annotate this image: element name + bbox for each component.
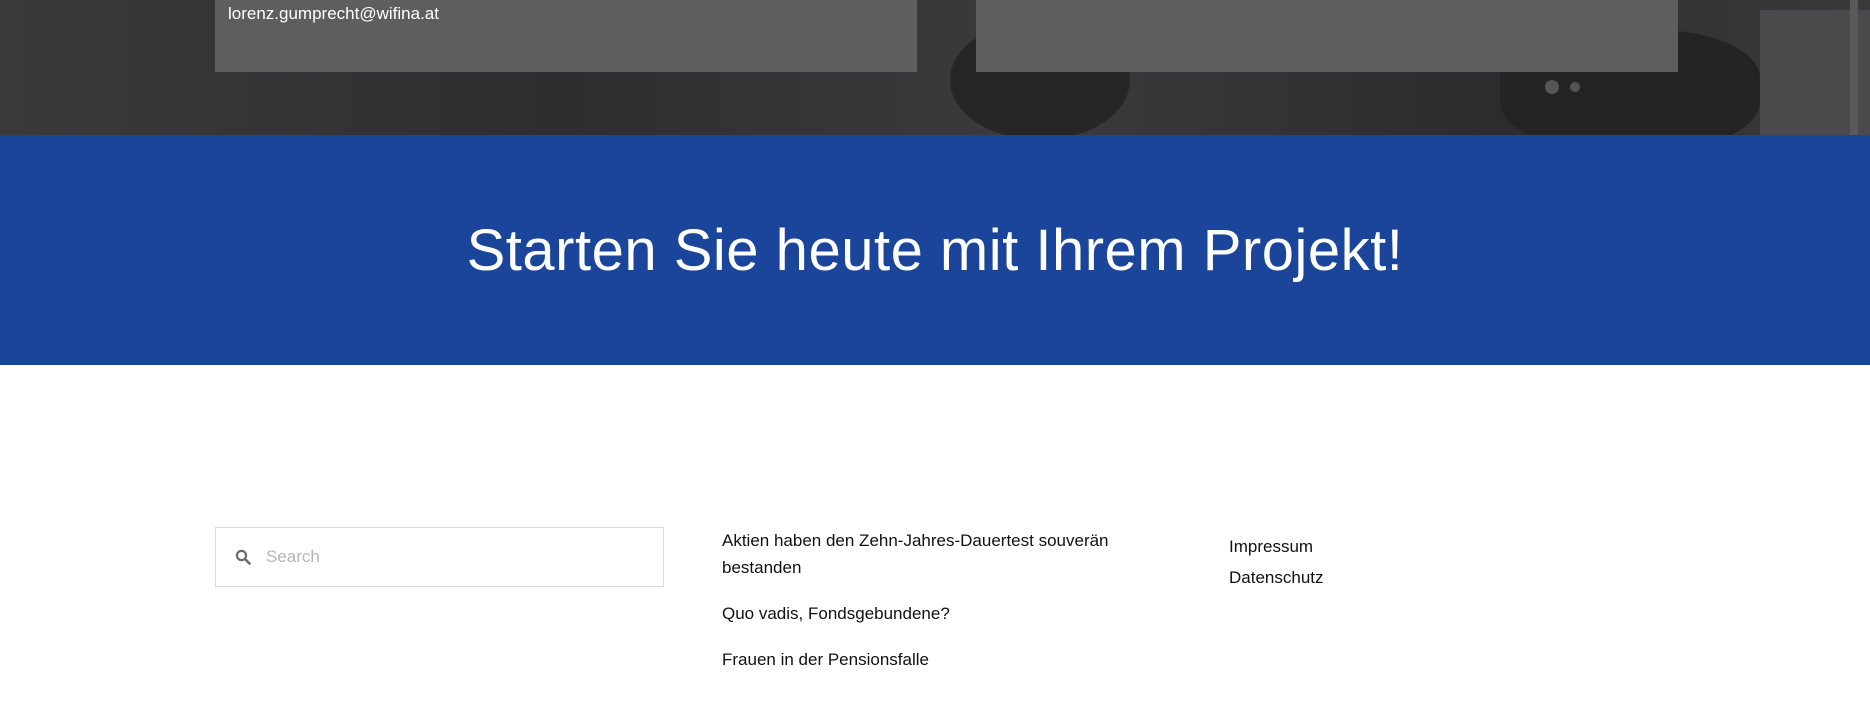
legal-links: Impressum Datenschutz (1229, 531, 1324, 593)
search-icon (235, 549, 251, 565)
contact-info-box-secondary (976, 0, 1678, 72)
search-input[interactable] (266, 542, 646, 572)
impressum-link[interactable]: Impressum (1229, 531, 1324, 562)
contact-info-box: lorenz.gumprecht@wifina.at (215, 0, 917, 72)
recent-post-link[interactable]: Frauen in der Pensionsfalle (722, 646, 1142, 673)
search-widget (215, 527, 664, 587)
cta-banner: Starten Sie heute mit Ihrem Projekt! (0, 135, 1870, 365)
hero-image-shape (1570, 82, 1580, 92)
recent-post-link[interactable]: Quo vadis, Fondsgebundene? (722, 600, 1142, 627)
hero-image-shape (1850, 0, 1858, 135)
recent-post-link[interactable]: Aktien haben den Zehn-Jahres-Dauertest s… (722, 527, 1142, 581)
cta-title: Starten Sie heute mit Ihrem Projekt! (466, 217, 1404, 283)
hero-image-shape (1545, 80, 1559, 94)
contact-email[interactable]: lorenz.gumprecht@wifina.at (228, 4, 439, 24)
datenschutz-link[interactable]: Datenschutz (1229, 562, 1324, 593)
hero-background-image: lorenz.gumprecht@wifina.at (0, 0, 1870, 135)
recent-posts-list: Aktien haben den Zehn-Jahres-Dauertest s… (722, 527, 1142, 692)
